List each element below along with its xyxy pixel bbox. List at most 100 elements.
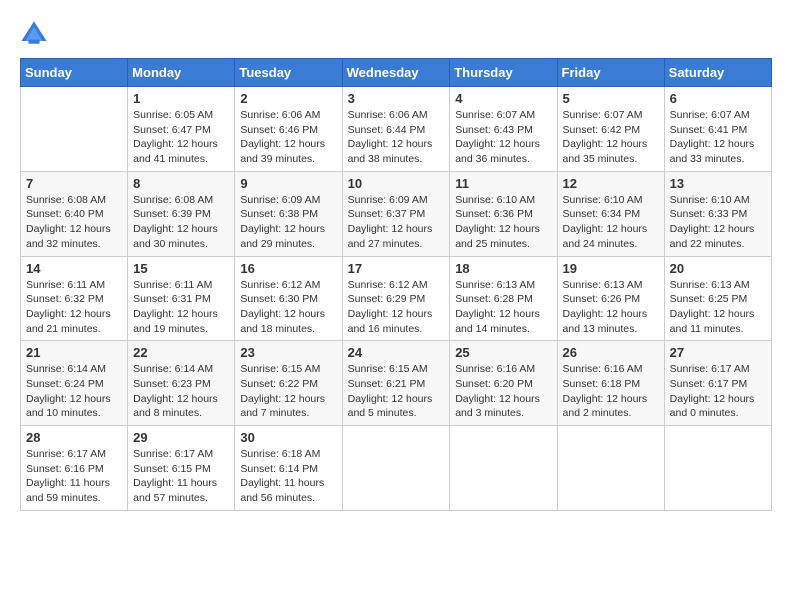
day-info: Sunrise: 6:07 AM Sunset: 6:42 PM Dayligh… <box>563 108 659 167</box>
day-info: Sunrise: 6:10 AM Sunset: 6:34 PM Dayligh… <box>563 193 659 252</box>
calendar-cell: 15 Sunrise: 6:11 AM Sunset: 6:31 PM Dayli… <box>128 256 235 341</box>
day-number: 29 <box>133 430 229 445</box>
day-info: Sunrise: 6:09 AM Sunset: 6:37 PM Dayligh… <box>348 193 445 252</box>
calendar-cell <box>450 426 557 511</box>
calendar-cell <box>342 426 450 511</box>
calendar-week-row: 28Sunrise: 6:17 AM Sunset: 6:16 PM Dayli… <box>21 426 772 511</box>
day-number: 16 <box>240 261 336 276</box>
calendar-cell: 6 Sunrise: 6:07 AM Sunset: 6:41 PM Daylig… <box>664 87 771 172</box>
calendar-header-row: SundayMondayTuesdayWednesdayThursdayFrid… <box>21 59 772 87</box>
calendar-cell: 18 Sunrise: 6:13 AM Sunset: 6:28 PM Dayli… <box>450 256 557 341</box>
calendar-cell: 10 Sunrise: 6:09 AM Sunset: 6:37 PM Dayli… <box>342 171 450 256</box>
day-number: 21 <box>26 345 122 360</box>
day-number: 14 <box>26 261 122 276</box>
calendar-table: SundayMondayTuesdayWednesdayThursdayFrid… <box>20 58 772 511</box>
day-header-saturday: Saturday <box>664 59 771 87</box>
day-info: Sunrise: 6:16 AM Sunset: 6:20 PM Dayligh… <box>455 362 551 421</box>
day-info: Sunrise: 6:15 AM Sunset: 6:22 PM Dayligh… <box>240 362 336 421</box>
day-info: Sunrise: 6:06 AM Sunset: 6:44 PM Dayligh… <box>348 108 445 167</box>
day-number: 19 <box>563 261 659 276</box>
calendar-cell <box>664 426 771 511</box>
day-header-wednesday: Wednesday <box>342 59 450 87</box>
calendar-cell: 25Sunrise: 6:16 AM Sunset: 6:20 PM Dayli… <box>450 341 557 426</box>
day-number: 12 <box>563 176 659 191</box>
day-number: 30 <box>240 430 336 445</box>
day-number: 26 <box>563 345 659 360</box>
calendar-cell: 3 Sunrise: 6:06 AM Sunset: 6:44 PM Daylig… <box>342 87 450 172</box>
day-number: 13 <box>670 176 766 191</box>
calendar-cell: 7 Sunrise: 6:08 AM Sunset: 6:40 PM Daylig… <box>21 171 128 256</box>
calendar-cell: 20 Sunrise: 6:13 AM Sunset: 6:25 PM Dayli… <box>664 256 771 341</box>
calendar-cell: 19 Sunrise: 6:13 AM Sunset: 6:26 PM Dayli… <box>557 256 664 341</box>
calendar-week-row: 1Sunrise: 6:05 AM Sunset: 6:47 PM Daylig… <box>21 87 772 172</box>
calendar-cell: 8Sunrise: 6:08 AM Sunset: 6:39 PM Daylig… <box>128 171 235 256</box>
day-info: Sunrise: 6:11 AM Sunset: 6:32 PM Dayligh… <box>26 278 122 337</box>
day-info: Sunrise: 6:15 AM Sunset: 6:21 PM Dayligh… <box>348 362 445 421</box>
day-number: 24 <box>348 345 445 360</box>
day-info: Sunrise: 6:08 AM Sunset: 6:40 PM Dayligh… <box>26 193 122 252</box>
day-number: 20 <box>670 261 766 276</box>
calendar-cell: 14 Sunrise: 6:11 AM Sunset: 6:32 PM Dayli… <box>21 256 128 341</box>
calendar-cell: 12 Sunrise: 6:10 AM Sunset: 6:34 PM Dayli… <box>557 171 664 256</box>
day-info: Sunrise: 6:13 AM Sunset: 6:25 PM Dayligh… <box>670 278 766 337</box>
day-info: Sunrise: 6:10 AM Sunset: 6:36 PM Dayligh… <box>455 193 551 252</box>
day-number: 15 <box>133 261 229 276</box>
day-info: Sunrise: 6:07 AM Sunset: 6:43 PM Dayligh… <box>455 108 551 167</box>
calendar-cell <box>557 426 664 511</box>
day-info: Sunrise: 6:11 AM Sunset: 6:31 PM Dayligh… <box>133 278 229 337</box>
day-header-monday: Monday <box>128 59 235 87</box>
day-info: Sunrise: 6:13 AM Sunset: 6:26 PM Dayligh… <box>563 278 659 337</box>
calendar-cell: 13 Sunrise: 6:10 AM Sunset: 6:33 PM Dayli… <box>664 171 771 256</box>
calendar-week-row: 7 Sunrise: 6:08 AM Sunset: 6:40 PM Daylig… <box>21 171 772 256</box>
day-number: 5 <box>563 91 659 106</box>
day-info: Sunrise: 6:18 AM Sunset: 6:14 PM Dayligh… <box>240 447 336 506</box>
day-number: 2 <box>240 91 336 106</box>
day-header-friday: Friday <box>557 59 664 87</box>
day-info: Sunrise: 6:12 AM Sunset: 6:29 PM Dayligh… <box>348 278 445 337</box>
day-number: 22 <box>133 345 229 360</box>
day-number: 1 <box>133 91 229 106</box>
calendar-cell: 9 Sunrise: 6:09 AM Sunset: 6:38 PM Daylig… <box>235 171 342 256</box>
day-number: 10 <box>348 176 445 191</box>
day-info: Sunrise: 6:13 AM Sunset: 6:28 PM Dayligh… <box>455 278 551 337</box>
day-info: Sunrise: 6:07 AM Sunset: 6:41 PM Dayligh… <box>670 108 766 167</box>
day-info: Sunrise: 6:14 AM Sunset: 6:23 PM Dayligh… <box>133 362 229 421</box>
day-info: Sunrise: 6:09 AM Sunset: 6:38 PM Dayligh… <box>240 193 336 252</box>
page-header <box>20 20 772 48</box>
calendar-cell: 11 Sunrise: 6:10 AM Sunset: 6:36 PM Dayli… <box>450 171 557 256</box>
day-info: Sunrise: 6:12 AM Sunset: 6:30 PM Dayligh… <box>240 278 336 337</box>
day-info: Sunrise: 6:06 AM Sunset: 6:46 PM Dayligh… <box>240 108 336 167</box>
day-number: 4 <box>455 91 551 106</box>
day-header-tuesday: Tuesday <box>235 59 342 87</box>
day-number: 11 <box>455 176 551 191</box>
calendar-cell: 30 Sunrise: 6:18 AM Sunset: 6:14 PM Dayli… <box>235 426 342 511</box>
calendar-cell: 24 Sunrise: 6:15 AM Sunset: 6:21 PM Dayli… <box>342 341 450 426</box>
day-number: 18 <box>455 261 551 276</box>
day-header-sunday: Sunday <box>21 59 128 87</box>
calendar-cell: 16 Sunrise: 6:12 AM Sunset: 6:30 PM Dayli… <box>235 256 342 341</box>
calendar-cell <box>21 87 128 172</box>
calendar-cell: 26Sunrise: 6:16 AM Sunset: 6:18 PM Dayli… <box>557 341 664 426</box>
day-number: 23 <box>240 345 336 360</box>
day-number: 6 <box>670 91 766 106</box>
logo <box>20 20 52 48</box>
calendar-cell: 1Sunrise: 6:05 AM Sunset: 6:47 PM Daylig… <box>128 87 235 172</box>
calendar-week-row: 21 Sunrise: 6:14 AM Sunset: 6:24 PM Dayli… <box>21 341 772 426</box>
calendar-cell: 21 Sunrise: 6:14 AM Sunset: 6:24 PM Dayli… <box>21 341 128 426</box>
calendar-cell: 27Sunrise: 6:17 AM Sunset: 6:17 PM Dayli… <box>664 341 771 426</box>
day-number: 28 <box>26 430 122 445</box>
calendar-cell: 28Sunrise: 6:17 AM Sunset: 6:16 PM Dayli… <box>21 426 128 511</box>
day-info: Sunrise: 6:10 AM Sunset: 6:33 PM Dayligh… <box>670 193 766 252</box>
day-number: 3 <box>348 91 445 106</box>
day-number: 7 <box>26 176 122 191</box>
day-number: 9 <box>240 176 336 191</box>
day-info: Sunrise: 6:08 AM Sunset: 6:39 PM Dayligh… <box>133 193 229 252</box>
calendar-cell: 5 Sunrise: 6:07 AM Sunset: 6:42 PM Daylig… <box>557 87 664 172</box>
day-number: 17 <box>348 261 445 276</box>
calendar-week-row: 14 Sunrise: 6:11 AM Sunset: 6:32 PM Dayli… <box>21 256 772 341</box>
day-info: Sunrise: 6:14 AM Sunset: 6:24 PM Dayligh… <box>26 362 122 421</box>
calendar-cell: 22 Sunrise: 6:14 AM Sunset: 6:23 PM Dayli… <box>128 341 235 426</box>
day-info: Sunrise: 6:17 AM Sunset: 6:15 PM Dayligh… <box>133 447 229 506</box>
logo-icon <box>20 20 48 48</box>
day-info: Sunrise: 6:17 AM Sunset: 6:17 PM Dayligh… <box>670 362 766 421</box>
